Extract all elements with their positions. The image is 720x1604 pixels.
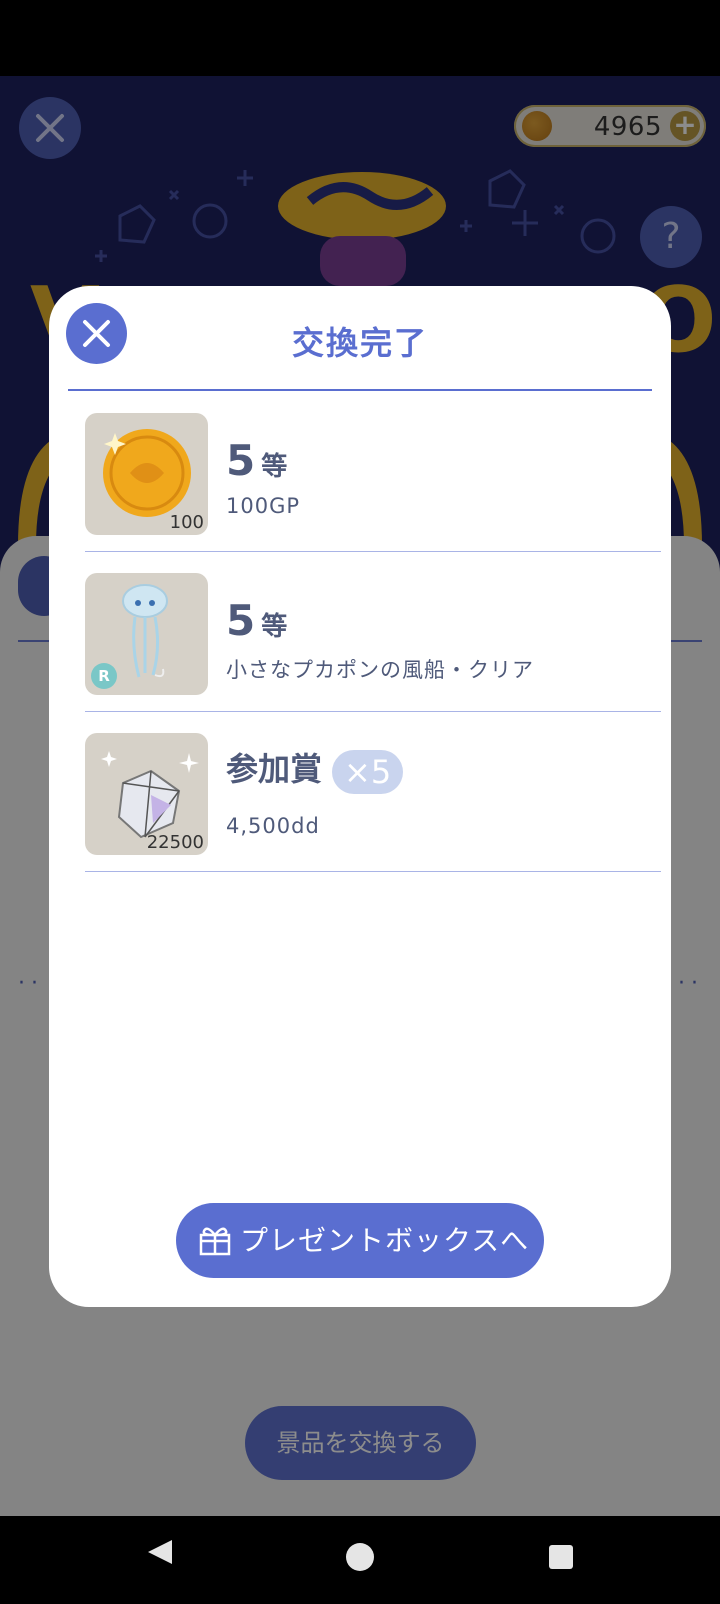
rank-number: 5 (226, 596, 256, 645)
row-divider (85, 871, 661, 872)
present-box-button[interactable]: プレゼントボックスへ (176, 1203, 544, 1278)
multiplier-badge: ×5 (332, 749, 404, 794)
item-quantity: 22500 (146, 832, 204, 853)
prize-rank: 参加賞 ×5 (226, 744, 404, 798)
present-box-label: プレゼントボックスへ (240, 1224, 530, 1257)
prize-rank: 5等 (226, 436, 287, 485)
back-icon[interactable] (148, 1540, 172, 1564)
prize-description: 100GP (226, 494, 301, 518)
prize-row: R 5等 小さなプカポンの風船・クリア (85, 552, 661, 712)
navigation-bar (0, 1516, 720, 1600)
prize-row: 100 5等 100GP (85, 392, 661, 552)
recents-icon[interactable] (549, 1545, 573, 1569)
diamond-thumbnail: 22500 (85, 733, 208, 855)
exchange-complete-dialog: 交換完了 100 5等 100GP R 5 等 小さなプカポンの風船・クリア 2… (49, 286, 671, 1307)
item-quantity: 100 (169, 512, 204, 533)
prize-rank: 5等 (226, 596, 287, 645)
rarity-badge: R (91, 663, 117, 689)
rank-unit: 等 (261, 452, 288, 482)
prize-description: 4,500dd (226, 814, 320, 838)
dialog-title: 交換完了 (291, 324, 428, 362)
jellyfish-balloon-thumbnail: R (85, 573, 208, 695)
gift-icon (199, 1227, 231, 1256)
rank-unit: 等 (261, 612, 288, 642)
home-icon[interactable] (346, 1543, 374, 1571)
rank-label: 参加賞 (226, 750, 323, 788)
title-divider (68, 389, 652, 391)
prize-description: 小さなプカポンの風船・クリア (226, 658, 534, 682)
gold-coin-thumbnail: 100 (85, 413, 208, 535)
rank-number: 5 (226, 436, 256, 485)
prize-row: 22500 参加賞 ×5 4,500dd (85, 712, 661, 872)
status-bar (0, 0, 720, 76)
